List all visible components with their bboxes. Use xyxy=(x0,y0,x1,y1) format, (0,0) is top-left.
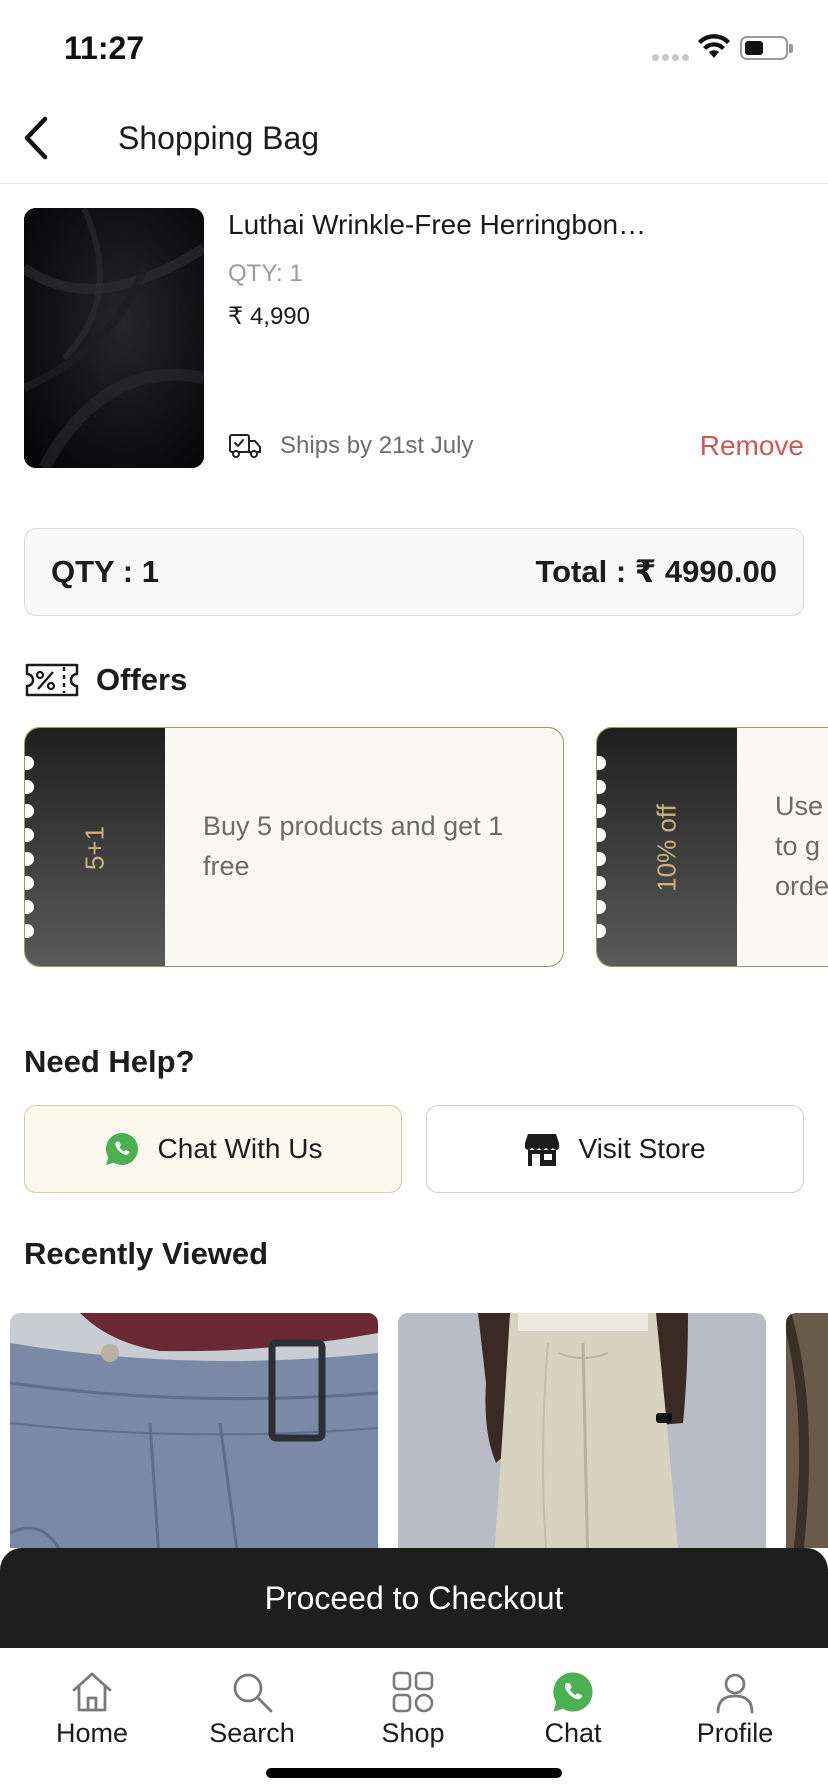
chevron-left-icon xyxy=(24,116,48,160)
grid-icon xyxy=(392,1671,434,1713)
tab-chat[interactable]: Chat xyxy=(503,1670,643,1749)
home-indicator xyxy=(266,1768,562,1778)
recent-product-card[interactable] xyxy=(398,1313,766,1548)
offer-code: 5+1 xyxy=(79,825,110,871)
offer-code: 10% off xyxy=(651,804,682,892)
search-icon xyxy=(233,1673,273,1713)
visit-store-button[interactable]: Visit Store xyxy=(426,1105,804,1193)
page-title: Shopping Bag xyxy=(118,120,320,156)
remove-button[interactable]: Remove xyxy=(700,430,804,462)
tab-search-label: Search xyxy=(209,1718,295,1748)
cart-item: Luthai Wrinkle-Free Herringbon… QTY: 1 ₹… xyxy=(24,208,804,468)
offer-description: Buy 5 products and get 1 free xyxy=(203,811,504,881)
chat-with-us-label: Chat With Us xyxy=(157,1133,323,1164)
brown-product-image xyxy=(786,1313,828,1548)
status-bar: 11:27 xyxy=(0,0,828,92)
whatsapp-icon xyxy=(105,1132,138,1165)
delivery-truck-icon xyxy=(229,434,261,458)
order-summary: QTY : 1 Total : ₹ 4990.00 xyxy=(24,528,804,616)
beige-trousers-image xyxy=(398,1313,766,1548)
offer-card[interactable]: 5+1 Buy 5 products and get 1 free xyxy=(24,727,564,967)
back-button[interactable] xyxy=(8,110,64,166)
tab-search[interactable]: Search xyxy=(182,1670,322,1749)
bottom-tab-bar: Home Search Shop Chat Profile xyxy=(0,1648,828,1792)
coupon-icon xyxy=(25,663,79,697)
fabric-image xyxy=(24,208,204,468)
offer-stub: 5+1 xyxy=(25,728,165,966)
offer-description: Use to g orde xyxy=(775,791,828,901)
home-icon xyxy=(72,1672,112,1712)
tab-profile[interactable]: Profile xyxy=(665,1670,805,1749)
tab-profile-label: Profile xyxy=(696,1718,774,1748)
summary-total: Total : ₹ 4990.00 xyxy=(535,554,777,589)
recent-product-card[interactable] xyxy=(786,1313,828,1548)
summary-qty: QTY : 1 xyxy=(51,554,159,589)
shipping-info: Ships by 21st July xyxy=(228,432,473,460)
offer-card[interactable]: 10% off Use to g orde xyxy=(596,727,828,967)
wifi-icon xyxy=(698,34,730,58)
tab-home-label: Home xyxy=(55,1718,129,1748)
tab-shop[interactable]: Shop xyxy=(343,1670,483,1749)
product-qty: QTY: 1 xyxy=(228,260,303,287)
grey-trousers-image xyxy=(10,1313,378,1548)
recently-viewed-title: Recently Viewed xyxy=(24,1236,269,1271)
battery-icon xyxy=(740,36,793,60)
recently-viewed-carousel[interactable] xyxy=(10,1313,828,1548)
signal-icon xyxy=(652,54,689,61)
tab-home[interactable]: Home xyxy=(22,1670,162,1749)
offers-header: Offers xyxy=(24,662,187,698)
profile-icon xyxy=(716,1673,754,1714)
recent-product-card[interactable] xyxy=(10,1313,378,1548)
header-bar: Shopping Bag xyxy=(0,92,828,184)
status-time: 11:27 xyxy=(64,30,145,66)
offer-stub: 10% off xyxy=(597,728,737,966)
shipping-date: Ships by 21st July xyxy=(280,432,474,459)
tab-chat-label: Chat xyxy=(544,1718,602,1748)
product-image[interactable] xyxy=(24,208,204,468)
tab-shop-label: Shop xyxy=(381,1718,445,1748)
chat-with-us-button[interactable]: Chat With Us xyxy=(24,1105,402,1193)
visit-store-label: Visit Store xyxy=(578,1133,706,1164)
store-icon xyxy=(525,1134,560,1166)
proceed-to-checkout-button[interactable]: Proceed to Checkout xyxy=(0,1548,828,1648)
offers-title: Offers xyxy=(96,662,188,697)
product-price: ₹ 4,990 xyxy=(228,303,310,330)
offers-carousel[interactable]: 5+1 Buy 5 products and get 1 free 10% of… xyxy=(24,727,828,969)
help-title: Need Help? xyxy=(24,1044,195,1079)
product-name[interactable]: Luthai Wrinkle-Free Herringbon… xyxy=(228,208,658,242)
whatsapp-icon xyxy=(553,1672,593,1712)
